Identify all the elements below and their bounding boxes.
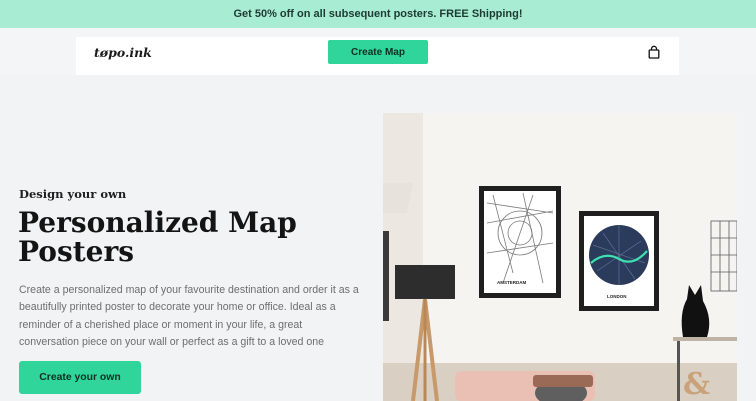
hero-description: Create a personalized map of your favour…	[19, 284, 359, 348]
site-logo[interactable]: tøpo.ink	[94, 45, 152, 60]
top-navbar: tøpo.ink Create Map	[76, 37, 679, 75]
promo-text: Get 50% off on all subsequent posters. F…	[233, 8, 523, 20]
hero-eyebrow: Design your own	[19, 187, 127, 201]
svg-text:&: &	[683, 367, 710, 401]
create-map-button[interactable]: Create Map	[328, 40, 428, 64]
shopping-bag-icon[interactable]	[648, 44, 660, 59]
poster-left-label: AMSTERDAM	[497, 280, 526, 285]
promo-banner: Get 50% off on all subsequent posters. F…	[0, 0, 756, 28]
poster-right-label: LONDON	[607, 294, 627, 299]
hero-headline: Personalized Map Posters	[18, 206, 297, 268]
hero-room-photo: AMSTERDAM LONDON &	[383, 113, 737, 401]
create-your-own-button[interactable]: Create your own	[19, 361, 141, 394]
